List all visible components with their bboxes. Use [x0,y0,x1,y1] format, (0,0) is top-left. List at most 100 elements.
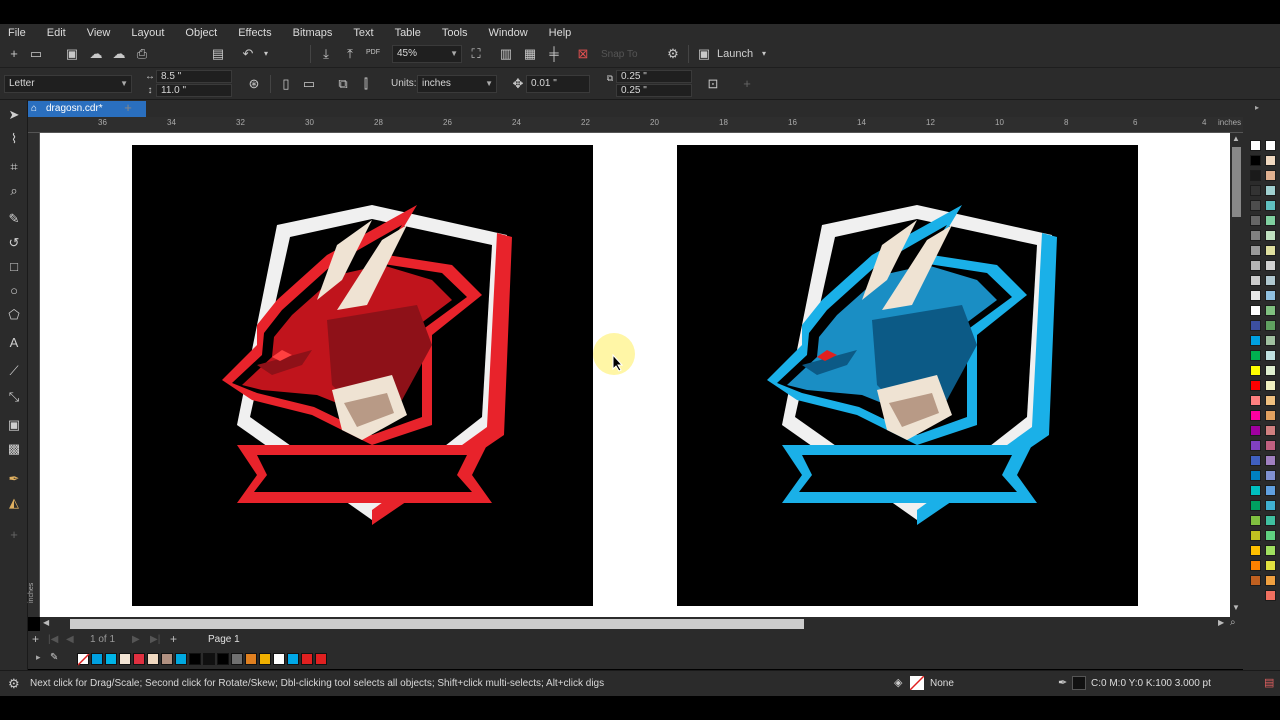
palette-color-swatch[interactable] [1265,440,1276,451]
color-swatch[interactable] [301,653,313,665]
color-swatch[interactable] [287,653,299,665]
color-swatch[interactable] [273,653,285,665]
palette-color-swatch[interactable] [1265,320,1276,331]
zoom-corner-icon[interactable]: ⌕ [1230,617,1236,628]
save-icon[interactable]: ▣ [64,46,80,62]
palette-color-swatch[interactable] [1250,410,1261,421]
palette-color-swatch[interactable] [1265,590,1276,601]
palette-color-swatch[interactable] [1250,320,1261,331]
eyedropper-icon[interactable]: ✒ [5,470,23,488]
palette-color-swatch[interactable] [1250,290,1261,301]
palette-color-swatch[interactable] [1265,470,1276,481]
scroll-up-icon[interactable]: ▲ [1232,134,1240,143]
menu-layout[interactable]: Layout [131,27,164,39]
palette-color-swatch[interactable] [1265,350,1276,361]
palette-color-swatch[interactable] [1250,395,1261,406]
palette-color-swatch[interactable] [1265,575,1276,586]
cloud-download-icon[interactable]: ☁ [111,46,127,62]
palette-color-swatch[interactable] [1265,515,1276,526]
page-tab[interactable]: Page 1 [208,634,240,645]
add-tool-icon[interactable]: + [5,526,23,544]
outline-color-swatch[interactable] [1072,676,1086,690]
scroll-left-icon[interactable]: ◀ [43,618,49,627]
fill-icon[interactable]: ◈ [894,676,902,689]
palette-color-swatch[interactable] [1250,260,1261,271]
menu-object[interactable]: Object [185,27,217,39]
undo-dropdown-icon[interactable]: ▾ [258,46,274,62]
color-swatch[interactable] [245,653,257,665]
color-swatch[interactable] [259,653,271,665]
palette-color-swatch[interactable] [1250,215,1261,226]
page-size-select[interactable]: Letter ▼ [4,75,132,93]
next-page-icon[interactable]: ▶ [132,634,140,645]
red-dragon-logo[interactable] [132,145,593,606]
palette-color-swatch[interactable] [1265,170,1276,181]
palette-color-swatch[interactable] [1265,245,1276,256]
drop-shadow-icon[interactable]: ▣ [5,416,23,434]
menu-window[interactable]: Window [489,27,528,39]
palette-color-swatch[interactable] [1265,215,1276,226]
palette-color-swatch[interactable] [1265,560,1276,571]
palette-color-swatch[interactable] [1265,305,1276,316]
palette-color-swatch[interactable] [1265,425,1276,436]
launch-dropdown-icon[interactable]: ▾ [756,46,772,62]
palette-color-swatch[interactable] [1250,350,1261,361]
palette-color-swatch[interactable] [1265,530,1276,541]
palette-color-swatch[interactable] [1250,230,1261,241]
palette-color-swatch[interactable] [1250,200,1261,211]
palette-menu-icon[interactable]: ▸ [1255,103,1259,112]
crop-tool-icon[interactable]: ⌗ [5,158,23,176]
palette-color-swatch[interactable] [1250,380,1261,391]
undo-icon[interactable]: ↶ [240,46,256,62]
color-swatch[interactable] [231,653,243,665]
pick-tool-icon[interactable]: ➤ [5,106,23,124]
zoom-level-select[interactable]: 45% ▼ [392,45,462,63]
cloud-upload-icon[interactable]: ☁ [88,46,104,62]
nudge-distance-field[interactable]: 0.01 " [526,75,590,93]
palette-color-swatch[interactable] [1250,530,1261,541]
palette-color-swatch[interactable] [1250,440,1261,451]
page-border-icon[interactable]: ⊡ [705,76,721,92]
launch-button[interactable]: Launch [717,47,753,61]
options-gear-icon[interactable]: ⚙ [665,46,681,62]
drawing-canvas[interactable] [40,133,1230,617]
palette-color-swatch[interactable] [1265,410,1276,421]
palette-color-swatch[interactable] [1265,335,1276,346]
palette-color-swatch[interactable] [1265,455,1276,466]
vertical-scrollbar[interactable]: ▲ ▼ [1230,133,1243,617]
color-proof-icon[interactable]: ▤ [1264,676,1274,689]
palette-color-swatch[interactable] [1265,185,1276,196]
artistic-media-icon[interactable]: ↺ [5,234,23,252]
palette-color-swatch[interactable] [1250,170,1261,181]
palette-color-swatch[interactable] [1265,485,1276,496]
color-swatch[interactable] [147,653,159,665]
palette-color-swatch[interactable] [1250,185,1261,196]
menu-edit[interactable]: Edit [47,27,66,39]
scroll-down-icon[interactable]: ▼ [1232,603,1240,612]
palette-color-swatch[interactable] [1250,470,1261,481]
palette-color-swatch[interactable] [1265,140,1276,151]
shape-tool-icon[interactable]: ⌇ [5,130,23,148]
show-grid-icon[interactable]: ▦ [522,46,538,62]
color-swatch[interactable] [315,653,327,665]
palette-color-swatch[interactable] [1250,425,1261,436]
palette-color-swatch[interactable] [1250,305,1261,316]
ellipse-tool-icon[interactable]: ○ [5,282,23,300]
export-icon[interactable]: ⤒ [342,46,358,62]
palette-color-swatch[interactable] [1250,545,1261,556]
snap-off-icon[interactable]: ⊠ [575,46,591,62]
blue-dragon-logo[interactable] [677,145,1138,606]
show-guidelines-icon[interactable]: ╪ [546,46,562,62]
palette-color-swatch[interactable] [1250,245,1261,256]
menu-text[interactable]: Text [353,27,373,39]
palette-color-swatch[interactable] [1250,455,1261,466]
menu-bitmaps[interactable]: Bitmaps [293,27,333,39]
horizontal-ruler[interactable]: 36 34 32 30 28 26 24 22 20 18 16 14 12 1… [28,117,1243,133]
menu-tools[interactable]: Tools [442,27,468,39]
palette-color-swatch[interactable] [1265,275,1276,286]
vertical-scroll-thumb[interactable] [1232,147,1241,217]
new-tab-icon[interactable]: + [120,100,136,116]
artboard-red-dragon[interactable] [132,145,593,606]
palette-color-swatch[interactable] [1265,155,1276,166]
zoom-tool-icon[interactable]: ⌕ [5,182,23,200]
